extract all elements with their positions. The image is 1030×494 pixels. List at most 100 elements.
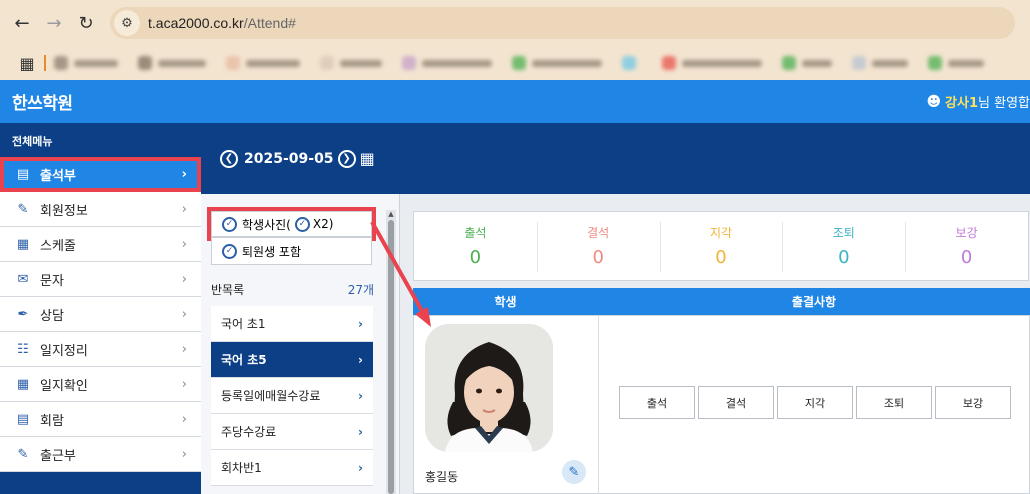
- sidebar: 전체메뉴 ▤ 출석부 › ✎ 회원정보 › ▦ 스케줄 › ✉ 문자 › ✒ 상…: [0, 123, 201, 494]
- chevron-right-icon: ›: [181, 166, 187, 182]
- url-text: t.aca2000.co.kr/Attend#: [148, 15, 296, 31]
- class-panel: ✓ 학생사진( ✓ X2) ✓ 퇴원생 포함 반목록 27개 국어 초1 › 국…: [201, 194, 400, 494]
- stat-makeup: 보강 0: [905, 212, 1028, 280]
- forward-arrow-icon[interactable]: →: [38, 7, 70, 39]
- stat-value: 0: [592, 247, 604, 268]
- class-item-label: 국어 초5: [221, 353, 267, 367]
- class-item[interactable]: 국어 초1 ›: [211, 306, 373, 342]
- stat-label: 결석: [587, 226, 610, 240]
- class-list: 국어 초1 › 국어 초5 › 등록일에매월수강료 › 주당수강료 › 회차반1…: [211, 306, 373, 486]
- bookmark-item[interactable]: [226, 56, 300, 70]
- bookmark-item[interactable]: [852, 56, 908, 70]
- chevron-right-icon: ›: [181, 411, 187, 427]
- academy-title[interactable]: 한쓰학원: [12, 89, 73, 114]
- bookmark-item[interactable]: [782, 56, 832, 70]
- class-item[interactable]: 주당수강료 ›: [211, 414, 373, 450]
- mail-icon: ✉: [17, 271, 29, 287]
- student-photo: [425, 324, 553, 452]
- sidebar-item-label: 출근부: [40, 448, 76, 464]
- bookmark-item[interactable]: [512, 56, 602, 70]
- next-date-icon[interactable]: ❯: [337, 149, 356, 168]
- stat-absent: 결석 0: [536, 212, 660, 280]
- stat-early-leave: 조퇴 0: [782, 212, 905, 280]
- student-photo-option[interactable]: ✓ 학생사진( ✓ X2): [207, 207, 376, 241]
- sidebar-item-journal[interactable]: ☷ 일지정리 ›: [0, 332, 201, 367]
- check-circle-icon[interactable]: ✓: [294, 216, 310, 232]
- absent-button[interactable]: 결석: [698, 386, 774, 419]
- bookmarks-bar: ▦: [0, 46, 1030, 80]
- include-withdrawn-option[interactable]: ✓ 퇴원생 포함: [211, 237, 372, 265]
- sidebar-item-circular[interactable]: ▤ 회람 ›: [0, 402, 201, 437]
- class-item-label: 등록일에매월수강료: [221, 389, 321, 403]
- check-circle-icon: ✓: [222, 216, 237, 232]
- sidebar-item-member-info[interactable]: ✎ 회원정보 ›: [0, 192, 201, 227]
- chevron-right-icon: ›: [181, 341, 187, 357]
- site-settings-icon[interactable]: ⚙: [114, 10, 140, 36]
- chevron-right-icon: ›: [181, 201, 187, 217]
- class-item-selected[interactable]: 국어 초5 ›: [211, 342, 373, 378]
- edit-pencil-icon[interactable]: ✎: [562, 460, 586, 484]
- sidebar-item-label: 상담: [40, 308, 64, 324]
- user-greeting: ☻ 강사1 님 환영합: [926, 80, 1030, 123]
- stat-value: 0: [838, 247, 850, 268]
- prev-date-icon[interactable]: ❮: [220, 149, 238, 168]
- sidebar-item-checkin[interactable]: ✎ 출근부 ›: [0, 437, 201, 472]
- address-bar[interactable]: ⚙ t.aca2000.co.kr/Attend#: [110, 7, 1015, 39]
- attendance-book-icon: ▤: [16, 166, 30, 182]
- chevron-right-icon: ›: [181, 306, 187, 322]
- sidebar-item-attendance[interactable]: ▤ 출석부 ›: [0, 157, 201, 192]
- bookmark-item[interactable]: [54, 56, 118, 70]
- reload-icon[interactable]: ↻: [70, 7, 102, 39]
- app-header: 한쓰학원 ☻ 강사1 님 환영합: [0, 80, 1030, 123]
- menu-title: 전체메뉴: [12, 135, 53, 148]
- calendar-icon[interactable]: ▦: [360, 149, 375, 168]
- user-name[interactable]: 강사1: [945, 92, 978, 111]
- stat-label: 보강: [955, 226, 978, 240]
- chevron-right-icon: ›: [358, 352, 363, 367]
- student-cell: 홍길동 ✎: [414, 316, 599, 494]
- bookmark-item[interactable]: [662, 56, 762, 70]
- bookmark-item[interactable]: [138, 56, 206, 70]
- bookmark-item[interactable]: [928, 56, 984, 70]
- sidebar-item-journal-check[interactable]: ▦ 일지확인 ›: [0, 367, 201, 402]
- sidebar-item-label: 문자: [40, 273, 64, 289]
- column-student: 학생: [494, 295, 517, 309]
- makeup-button[interactable]: 보강: [935, 386, 1011, 419]
- scroll-thumb[interactable]: [388, 220, 394, 494]
- bookmark-item[interactable]: [320, 56, 382, 70]
- late-button[interactable]: 지각: [777, 386, 853, 419]
- message-icon: ▤: [16, 411, 30, 427]
- stat-value: 0: [715, 247, 727, 268]
- current-date[interactable]: 2025-09-05: [244, 151, 334, 167]
- attendance-table-header: 학생 출결사항: [413, 288, 1030, 315]
- scroll-up-icon[interactable]: ▲: [386, 210, 396, 220]
- present-button[interactable]: 출석: [619, 386, 695, 419]
- back-arrow-icon[interactable]: ←: [6, 7, 38, 39]
- date-navigator: ❮ 2025-09-05 ❯ ▦: [201, 123, 400, 194]
- bookmark-item[interactable]: [402, 56, 492, 70]
- schedule-icon: ▦: [16, 236, 30, 252]
- class-item-label: 국어 초1: [221, 317, 266, 331]
- sidebar-item-label: 회람: [40, 413, 64, 429]
- chevron-right-icon: ›: [181, 446, 187, 462]
- stat-label: 출석: [464, 226, 487, 240]
- class-count: 27개: [347, 283, 374, 297]
- journal-icon: ☷: [17, 341, 29, 357]
- sidebar-item-message[interactable]: ✉ 문자 ›: [0, 262, 201, 297]
- class-item[interactable]: 회차반1 ›: [211, 450, 373, 486]
- stat-label: 조퇴: [832, 226, 855, 240]
- early-leave-button[interactable]: 조퇴: [856, 386, 932, 419]
- pen-icon: ✒: [17, 306, 29, 322]
- chevron-right-icon: ›: [358, 316, 363, 331]
- class-item[interactable]: 등록일에매월수강료 ›: [211, 378, 373, 414]
- sidebar-item-consult[interactable]: ✒ 상담 ›: [0, 297, 201, 332]
- bookmark-item[interactable]: [622, 56, 642, 70]
- sidebar-item-schedule[interactable]: ▦ 스케줄 ›: [0, 227, 201, 262]
- attendance-summary: 출석 0 결석 0 지각 0 조퇴 0 보강 0: [413, 211, 1029, 281]
- stat-label: 지각: [709, 226, 733, 240]
- sidebar-item-label: 스케줄: [40, 238, 76, 254]
- apps-grid-icon[interactable]: ▦: [12, 54, 42, 73]
- class-list-scrollbar[interactable]: ▲: [386, 210, 396, 494]
- stat-value: 0: [469, 247, 482, 268]
- greeting-text: 님 환영합: [978, 96, 1030, 111]
